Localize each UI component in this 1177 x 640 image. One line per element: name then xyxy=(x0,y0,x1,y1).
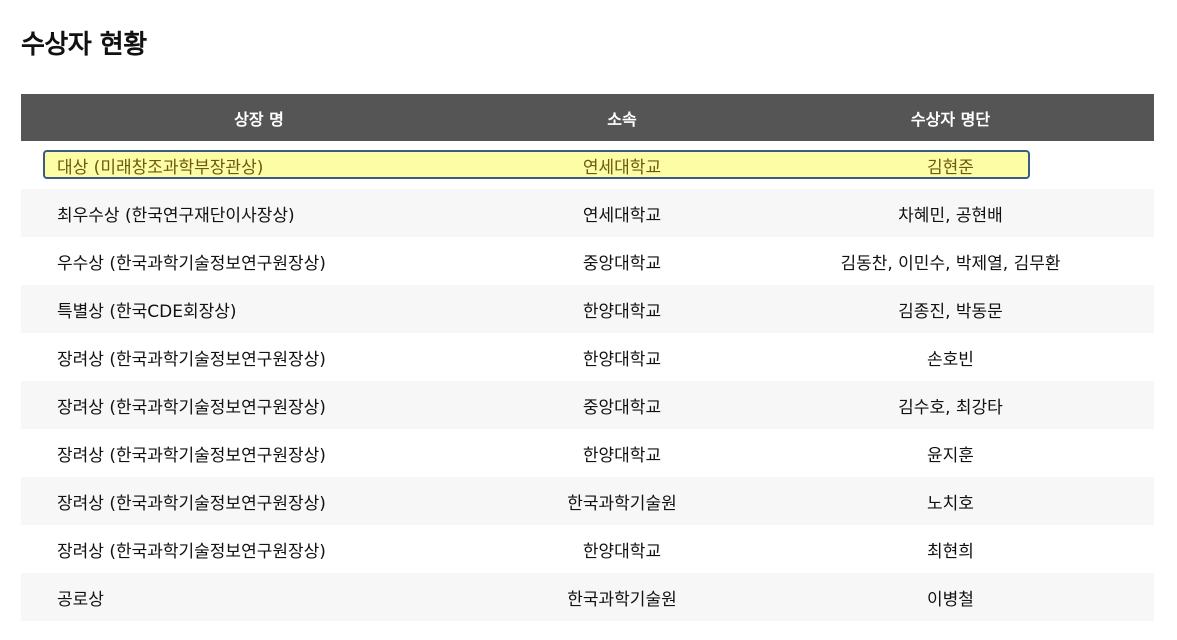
header-recipients: 수상자 명단 xyxy=(910,109,991,129)
award-cell: 공로상 xyxy=(57,589,104,610)
award-cell: 장려상 (한국과학기술정보연구원장상) xyxy=(57,397,326,418)
table-row: 장려상 (한국과학기술정보연구원장상) 한양대학교 손호빈 xyxy=(21,333,1154,381)
award-cell: 우수상 (한국과학기술정보연구원장상) xyxy=(57,253,326,274)
table-row: 공로상 한국과학기술원 이병철 xyxy=(21,573,1154,621)
table-row[interactable]: 대상 (미래창조과학부장관상) 연세대학교 김현준 xyxy=(21,141,1154,189)
awards-table: 상장 명 소속 수상자 명단 대상 (미래창조과학부장관상) 연세대학교 김현준… xyxy=(21,94,1154,621)
table-row: 장려상 (한국과학기술정보연구원장상) 한국과학기술원 노치호 xyxy=(21,477,1154,525)
affiliation-cell: 한국과학기술원 xyxy=(567,589,677,610)
recipients-cell: 김동찬, 이민수, 박제열, 김무환 xyxy=(840,253,1061,274)
award-cell: 장려상 (한국과학기술정보연구원장상) xyxy=(57,541,326,562)
award-cell: 장려상 (한국과학기술정보연구원장상) xyxy=(57,493,326,514)
recipients-cell: 차혜민, 공현배 xyxy=(898,205,1003,226)
recipients-cell: 최현희 xyxy=(927,541,974,562)
recipients-cell: 김수호, 최강타 xyxy=(898,397,1003,418)
affiliation-cell: 한양대학교 xyxy=(582,301,662,322)
affiliation-cell: 중앙대학교 xyxy=(582,253,662,274)
affiliation-cell: 중앙대학교 xyxy=(582,397,662,418)
affiliation-cell: 한양대학교 xyxy=(582,349,662,370)
recipients-cell: 김현준 xyxy=(927,157,974,178)
table-row: 장려상 (한국과학기술정보연구원장상) 중앙대학교 김수호, 최강타 xyxy=(21,381,1154,429)
table-row: 최우수상 (한국연구재단이사장상) 연세대학교 차혜민, 공현배 xyxy=(21,189,1154,237)
recipients-cell: 김종진, 박동문 xyxy=(898,301,1003,322)
page-title: 수상자 현황 xyxy=(21,30,147,60)
award-cell: 장려상 (한국과학기술정보연구원장상) xyxy=(57,445,326,466)
award-cell: 특별상 (한국CDE회장상) xyxy=(57,301,237,322)
table-row: 장려상 (한국과학기술정보연구원장상) 한양대학교 최현희 xyxy=(21,525,1154,573)
table-row: 장려상 (한국과학기술정보연구원장상) 한양대학교 윤지훈 xyxy=(21,429,1154,477)
header-affiliation: 소속 xyxy=(607,109,637,129)
award-cell: 장려상 (한국과학기술정보연구원장상) xyxy=(57,349,326,370)
affiliation-cell: 연세대학교 xyxy=(582,157,662,178)
affiliation-cell: 한국과학기술원 xyxy=(567,493,677,514)
award-cell: 대상 (미래창조과학부장관상) xyxy=(57,157,264,178)
recipients-cell: 이병철 xyxy=(927,589,974,610)
table-row: 우수상 (한국과학기술정보연구원장상) 중앙대학교 김동찬, 이민수, 박제열,… xyxy=(21,237,1154,285)
recipients-cell: 손호빈 xyxy=(927,349,974,370)
affiliation-cell: 한양대학교 xyxy=(582,541,662,562)
table-header: 상장 명 소속 수상자 명단 xyxy=(21,94,1154,141)
recipients-cell: 노치호 xyxy=(927,493,974,514)
recipients-cell: 윤지훈 xyxy=(927,445,974,466)
table-row: 특별상 (한국CDE회장상) 한양대학교 김종진, 박동문 xyxy=(21,285,1154,333)
header-award: 상장 명 xyxy=(234,109,284,129)
affiliation-cell: 한양대학교 xyxy=(582,445,662,466)
affiliation-cell: 연세대학교 xyxy=(582,205,662,226)
award-cell: 최우수상 (한국연구재단이사장상) xyxy=(57,205,295,226)
